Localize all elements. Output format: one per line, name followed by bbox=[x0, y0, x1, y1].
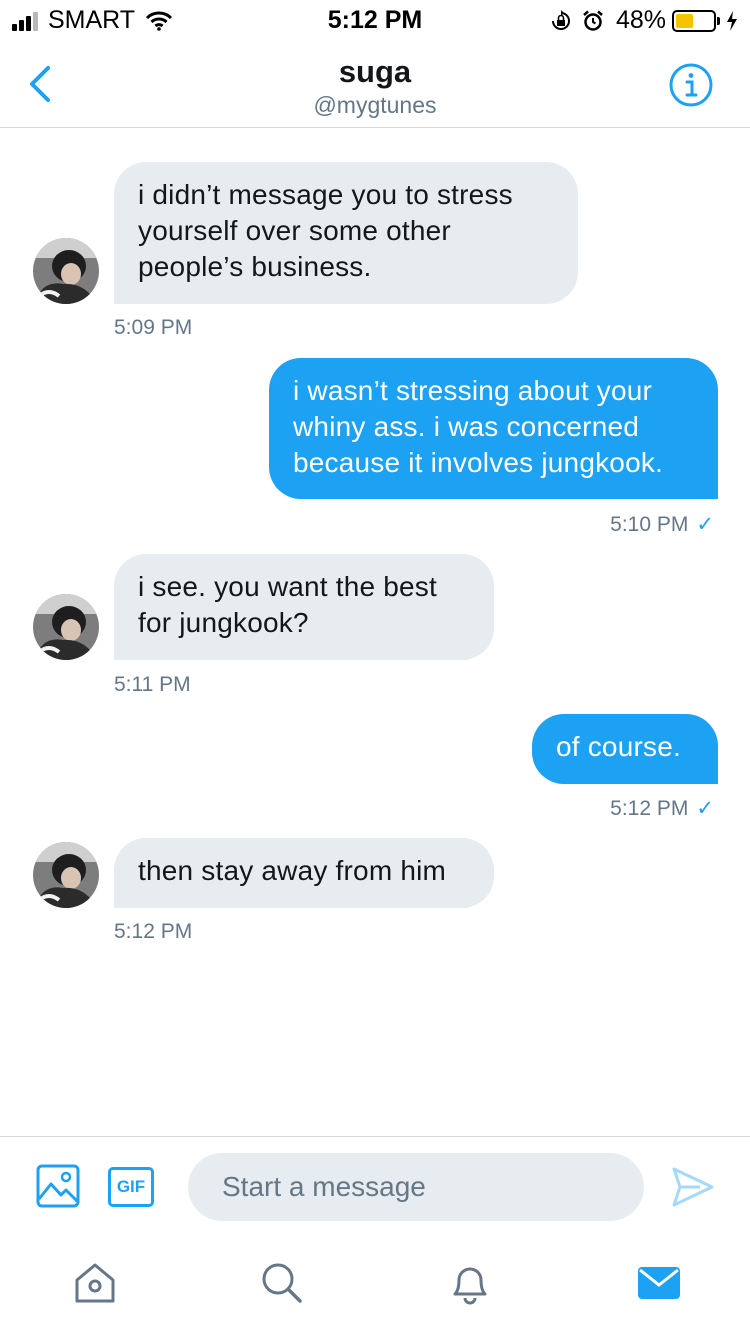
tab-notifications[interactable] bbox=[445, 1258, 495, 1308]
message-composer: GIF bbox=[0, 1136, 750, 1236]
avatar[interactable] bbox=[33, 594, 99, 660]
incoming-message-bubble[interactable]: then stay away from him bbox=[114, 838, 494, 908]
battery-icon bbox=[672, 9, 720, 32]
outgoing-message-bubble[interactable]: i wasn’t stressing about your whiny ass.… bbox=[269, 358, 718, 499]
sent-check-icon: ✓ bbox=[696, 797, 714, 820]
info-icon bbox=[669, 63, 713, 107]
send-icon bbox=[672, 1167, 714, 1207]
conversation-title[interactable]: suga bbox=[0, 54, 750, 90]
search-icon bbox=[262, 1263, 302, 1303]
sent-check-icon: ✓ bbox=[696, 513, 714, 536]
tab-search[interactable] bbox=[257, 1258, 307, 1308]
conversation-handle[interactable]: @mygtunes bbox=[0, 92, 750, 119]
avatar[interactable] bbox=[33, 842, 99, 908]
conversation-header: suga @mygtunes bbox=[0, 40, 750, 128]
message-timestamp: 5:10 PM bbox=[610, 513, 689, 536]
charging-bolt-icon bbox=[726, 10, 738, 31]
image-icon bbox=[36, 1164, 80, 1208]
battery-percentage: 48% bbox=[615, 6, 666, 34]
message-input[interactable] bbox=[188, 1153, 644, 1221]
tab-home[interactable] bbox=[70, 1258, 120, 1308]
send-button[interactable] bbox=[670, 1165, 716, 1209]
avatar[interactable] bbox=[33, 238, 99, 304]
home-icon bbox=[75, 1263, 115, 1303]
status-bar: SMART 5:12 PM 48% bbox=[0, 0, 750, 40]
alarm-icon bbox=[582, 10, 604, 32]
incoming-message-bubble[interactable]: i see. you want the best for jungkook? bbox=[114, 554, 494, 660]
rotation-lock-icon bbox=[550, 9, 572, 32]
info-button[interactable] bbox=[668, 62, 714, 108]
incoming-message-bubble[interactable]: i didn’t message you to stress yourself … bbox=[114, 162, 578, 304]
bottom-tab-bar bbox=[0, 1236, 750, 1334]
message-timestamp-row: 5:10 PM ✓ bbox=[480, 512, 714, 537]
tab-messages[interactable] bbox=[634, 1258, 684, 1308]
outgoing-message-bubble[interactable]: of course. bbox=[532, 714, 718, 784]
message-timestamp: 5:09 PM bbox=[114, 316, 193, 339]
message-timestamp: 5:11 PM bbox=[114, 673, 191, 696]
add-media-button[interactable] bbox=[36, 1164, 80, 1208]
message-timestamp: 5:12 PM bbox=[114, 920, 193, 943]
gif-button[interactable]: GIF bbox=[108, 1167, 154, 1207]
status-bar-right: 48% bbox=[540, 6, 738, 35]
notifications-icon bbox=[453, 1267, 487, 1305]
message-timestamp: 5:12 PM bbox=[610, 797, 689, 820]
messages-icon bbox=[638, 1267, 680, 1299]
message-timestamp-row: 5:12 PM ✓ bbox=[480, 796, 714, 821]
